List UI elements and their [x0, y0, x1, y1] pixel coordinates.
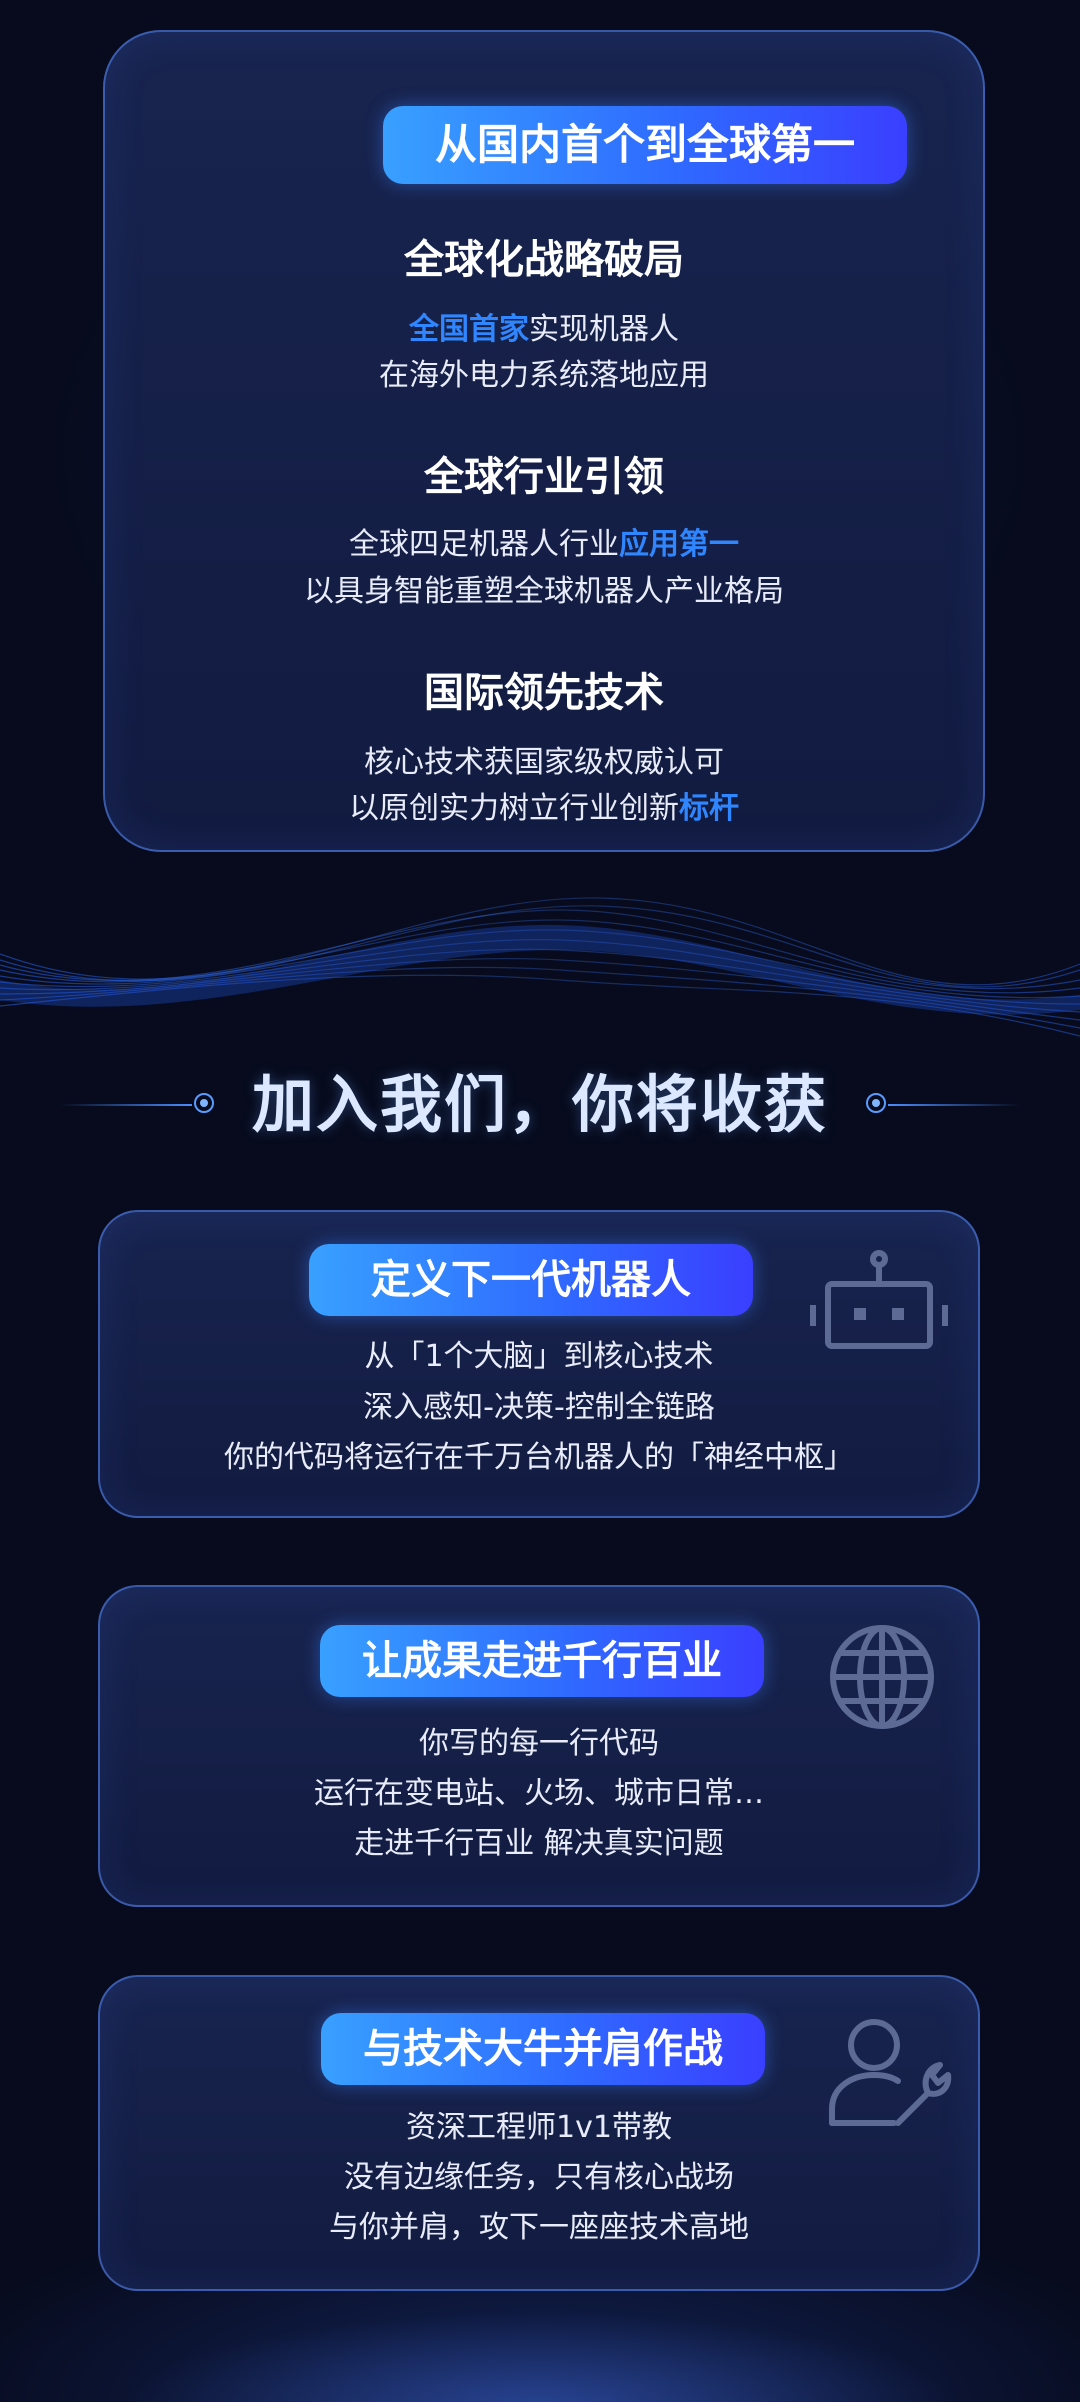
- dot-icon: [866, 1093, 886, 1113]
- benefit-line: 走进千行百业 解决真实问题: [354, 1826, 724, 1861]
- bottom-glow: [0, 2250, 1080, 2402]
- section-line: 在海外电力系统落地应用: [379, 358, 709, 393]
- benefit-card-mentor: 与技术大牛并肩作战 资深工程师1v1带教 没有边缘任务，只有核心战场 与你并肩，…: [98, 1975, 980, 2291]
- section-line: 全国首家实现机器人: [409, 312, 679, 347]
- benefit-line: 与你并肩，攻下一座座技术高地: [329, 2210, 749, 2245]
- benefit-line: 没有边缘任务，只有核心战场: [344, 2160, 734, 2195]
- section-line: 全球四足机器人行业应用第一: [349, 527, 739, 562]
- section-line: 以具身智能重塑全球机器人产业格局: [304, 574, 784, 609]
- achievements-card: 从国内首个到全球第一 全球化战略破局 全国首家实现机器人 在海外电力系统落地应用…: [103, 30, 985, 852]
- benefit-line: 运行在变电站、火场、城市日常…: [314, 1776, 764, 1811]
- achievements-header-pill: 从国内首个到全球第一: [383, 106, 907, 184]
- benefit-line: 你的代码将运行在千万台机器人的「神经中枢」: [224, 1440, 854, 1475]
- globe-icon: [830, 1625, 934, 1729]
- wave-decoration: [0, 897, 1080, 1037]
- benefit-line: 从「1个大脑」到核心技术: [364, 1339, 714, 1374]
- benefit-line: 资深工程师1v1带教: [406, 2110, 672, 2145]
- section-title-industry-lead: 全球行业引领: [105, 449, 983, 509]
- benefit-card-robot: 定义下一代机器人 从「1个大脑」到核心技术 深入感知-决策-控制全链路 你的代码…: [98, 1210, 980, 1518]
- section-title-globalization: 全球化战略破局: [105, 232, 983, 292]
- benefit-title-pill: 与技术大牛并肩作战: [321, 2013, 765, 2085]
- join-heading-row: 加入我们，你将收获: [0, 1060, 1080, 1150]
- benefit-line: 深入感知-决策-控制全链路: [363, 1390, 715, 1425]
- divider-line: [888, 1104, 1020, 1106]
- benefit-line: 你写的每一行代码: [419, 1726, 659, 1761]
- benefit-card-globe: 让成果走进千行百业 你写的每一行代码 运行在变电站、火场、城市日常… 走进千行百…: [98, 1585, 980, 1907]
- benefit-title-pill: 定义下一代机器人: [309, 1244, 753, 1316]
- benefit-title-pill: 让成果走进千行百业: [320, 1625, 764, 1697]
- section-line: 以原创实力树立行业创新标杆: [349, 791, 739, 826]
- section-line: 核心技术获国家级权威认可: [364, 745, 724, 780]
- section-title-tech: 国际领先技术: [105, 665, 983, 725]
